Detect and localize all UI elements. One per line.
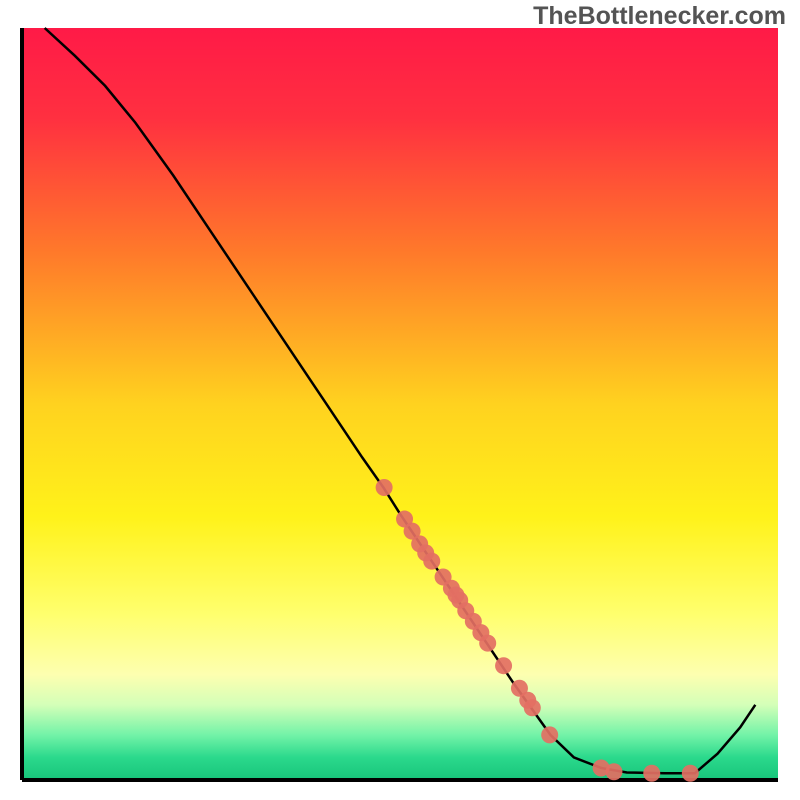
data-point bbox=[682, 765, 699, 782]
data-point bbox=[541, 726, 558, 743]
watermark-text: TheBottlenecker.com bbox=[533, 2, 786, 31]
data-point bbox=[423, 553, 440, 570]
bottleneck-chart bbox=[0, 0, 800, 800]
data-point bbox=[495, 657, 512, 674]
data-point bbox=[479, 635, 496, 652]
data-point bbox=[524, 699, 541, 716]
data-point bbox=[605, 763, 622, 780]
data-point bbox=[643, 765, 660, 782]
plot-background bbox=[22, 28, 778, 780]
data-point bbox=[376, 479, 393, 496]
